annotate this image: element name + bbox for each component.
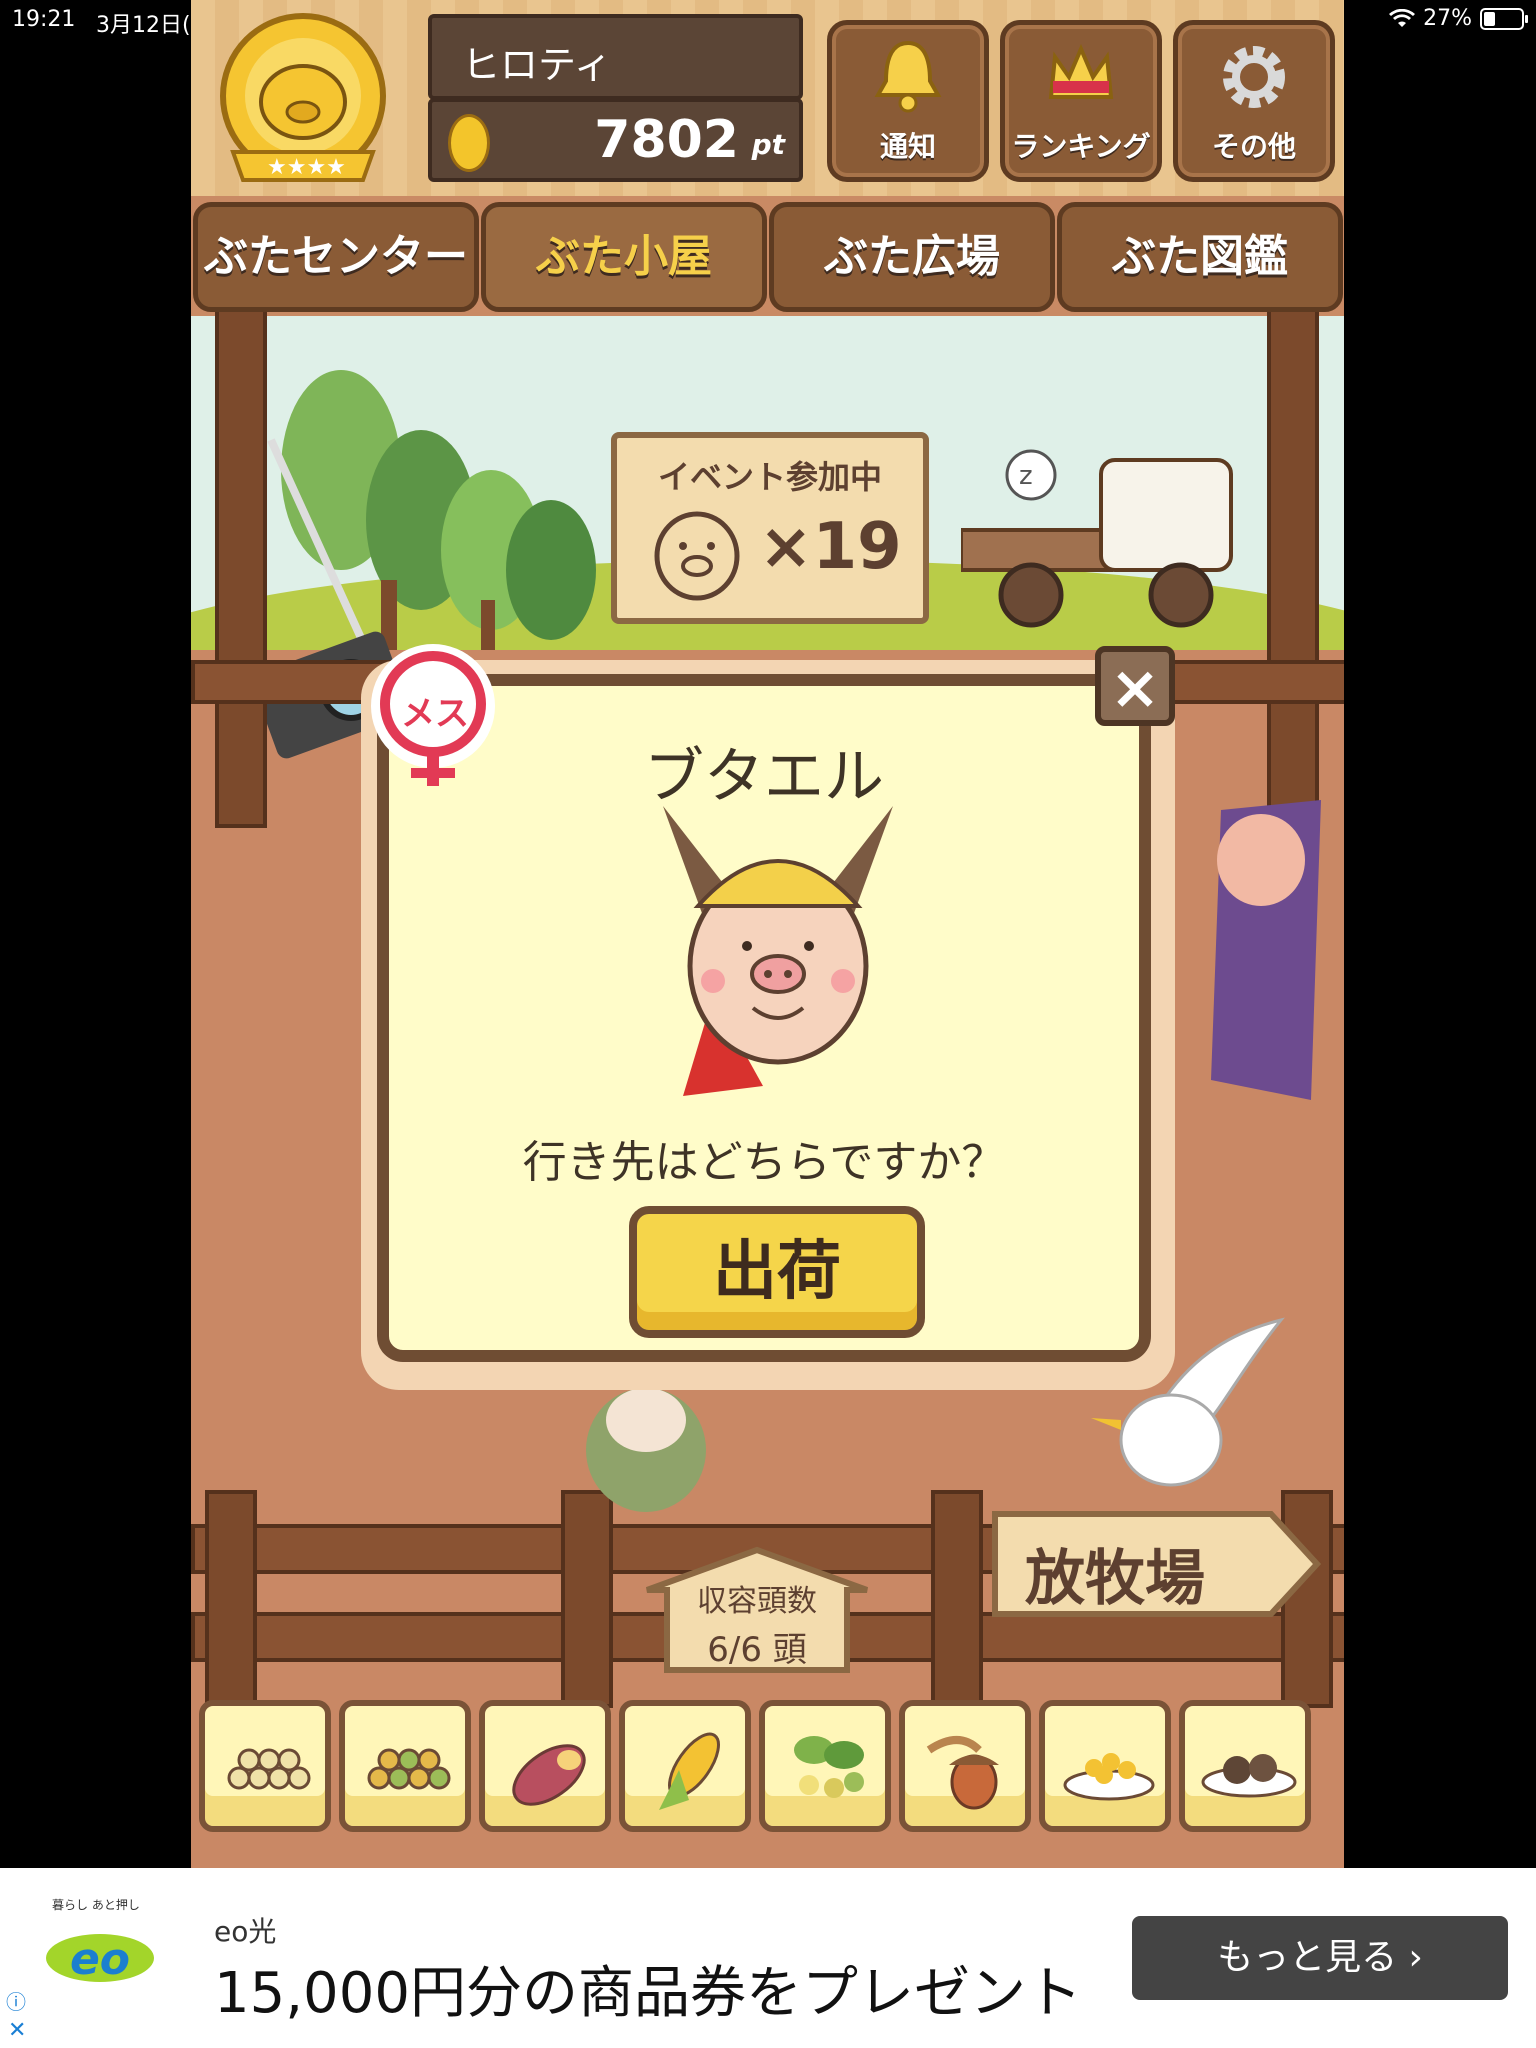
notification-button[interactable]: 通知 (827, 20, 989, 182)
pig-angel-portrait (663, 806, 893, 1096)
fence-post (205, 1490, 257, 1708)
other-button[interactable]: その他 (1173, 20, 1335, 182)
close-button[interactable]: × (1095, 646, 1175, 726)
ranking-button[interactable]: ランキング (1000, 20, 1162, 182)
corn-icon (659, 1732, 720, 1810)
ad-title[interactable]: 15,000円分の商品券をプレゼント (214, 1948, 1082, 2029)
gender-label: メス (401, 694, 469, 734)
truffle-plate-icon (1201, 1754, 1297, 1798)
ad-advertiser: eo光 (214, 1915, 277, 1948)
capacity-label: 収容頭数 (697, 1584, 817, 1619)
food-slot[interactable] (339, 1700, 471, 1832)
herb-icon (794, 1736, 864, 1798)
notification-label: 通知 (879, 130, 936, 163)
fence-post (561, 1490, 613, 1708)
game-view: z イベント参加中 ×19 収容頭数 6/6 頭 放牧場 ★★★★ ヒロティ 7… (191, 0, 1344, 1868)
other-label: その他 (1211, 130, 1296, 163)
ad-logo-text: eo (70, 1934, 130, 1985)
ad-banner[interactable]: 暮らし あと押し eo eo光 15,000円分の商品券をプレゼント もっと見る… (0, 1868, 1536, 2048)
event-sign[interactable]: イベント参加中 ×19 (611, 432, 929, 624)
food-slot[interactable] (1179, 1700, 1311, 1832)
bell-icon (874, 40, 942, 113)
ranking-label: ランキング (1011, 130, 1151, 163)
destination-question: 行き先はどちらですか？ (522, 1137, 1006, 1188)
food-slot[interactable] (899, 1700, 1031, 1832)
meadow-sign-button[interactable]: 放牧場 (991, 1510, 1321, 1618)
tab-label: ぶたセンター (204, 231, 468, 282)
meadow-sign-label: 放牧場 (1025, 1544, 1205, 1614)
ad-cta-button[interactable]: もっと見る › (1132, 1916, 1508, 2000)
wifi-icon (1389, 8, 1416, 27)
sweet-potato-icon (512, 1744, 586, 1806)
pig-character[interactable] (571, 1370, 721, 1520)
battery-level (1484, 11, 1495, 26)
player-name: ヒロティ (462, 43, 612, 87)
capacity-sign: 収容頭数 6/6 頭 (643, 1546, 871, 1674)
fence-post (931, 1490, 983, 1708)
status-right: 27% (1389, 6, 1528, 31)
truck-illustration[interactable]: z (961, 430, 1261, 630)
battery-percent: 27% (1423, 6, 1472, 31)
ad-close-icon[interactable]: ✕ (8, 2018, 26, 2043)
gender-badge: メス (367, 644, 499, 794)
corn-bowl-icon (1063, 1753, 1155, 1801)
fence-post (215, 300, 267, 828)
mixed-beans-icon (367, 1748, 451, 1790)
beans-icon (227, 1748, 311, 1790)
food-slot[interactable] (619, 1700, 751, 1832)
player-name-box: ヒロティ (428, 14, 803, 100)
coin-icon (448, 114, 490, 172)
points-box: 7802 pt (428, 98, 803, 182)
ad-logo-tagline: 暮らし あと押し (52, 1898, 140, 1912)
tab-buta-zukan[interactable]: ぶた図鑑 (1057, 202, 1343, 312)
points-unit: pt (751, 128, 785, 161)
ad-info-icon[interactable]: ⓘ (6, 1986, 26, 2015)
battery-icon (1480, 7, 1528, 30)
acorn-icon (926, 1736, 999, 1810)
pig-icon (654, 511, 740, 601)
tab-buta-koya[interactable]: ぶた小屋 (481, 202, 767, 312)
tab-label: ぶた図鑑 (1112, 231, 1288, 282)
rank-badge-icon[interactable]: ★★★★ (213, 12, 393, 188)
ship-button[interactable]: 出荷 (629, 1206, 925, 1338)
crown-icon (1048, 43, 1114, 99)
svg-text:★★★★: ★★★★ (267, 155, 346, 180)
capacity-value: 6/6 頭 (707, 1630, 807, 1670)
points-value: 7802 (594, 110, 739, 170)
gear-icon (1223, 46, 1285, 108)
event-title: イベント参加中 (657, 458, 882, 496)
tab-label: ぶた広場 (824, 231, 1000, 282)
food-bar (191, 1700, 1344, 1840)
status-time: 19:21 (12, 7, 76, 32)
event-count: ×19 (759, 510, 902, 584)
pig-character[interactable] (1191, 780, 1341, 1120)
tab-buta-center[interactable]: ぶたセンター (193, 202, 479, 312)
ad-logo: eo (46, 1934, 154, 1985)
hud-bar: ★★★★ ヒロティ 7802 pt 通知 ランキング その他 (191, 0, 1344, 196)
tab-buta-hiroba[interactable]: ぶた広場 (769, 202, 1055, 312)
food-slot[interactable] (759, 1700, 891, 1832)
food-slot[interactable] (199, 1700, 331, 1832)
tab-bar: ぶたセンター ぶた小屋 ぶた広場 ぶた図鑑 (191, 196, 1344, 316)
food-slot[interactable] (1039, 1700, 1171, 1832)
fence-post (1267, 300, 1319, 828)
tab-label: ぶた小屋 (536, 231, 712, 282)
svg-text:z: z (1019, 461, 1033, 491)
food-slot[interactable] (479, 1700, 611, 1832)
